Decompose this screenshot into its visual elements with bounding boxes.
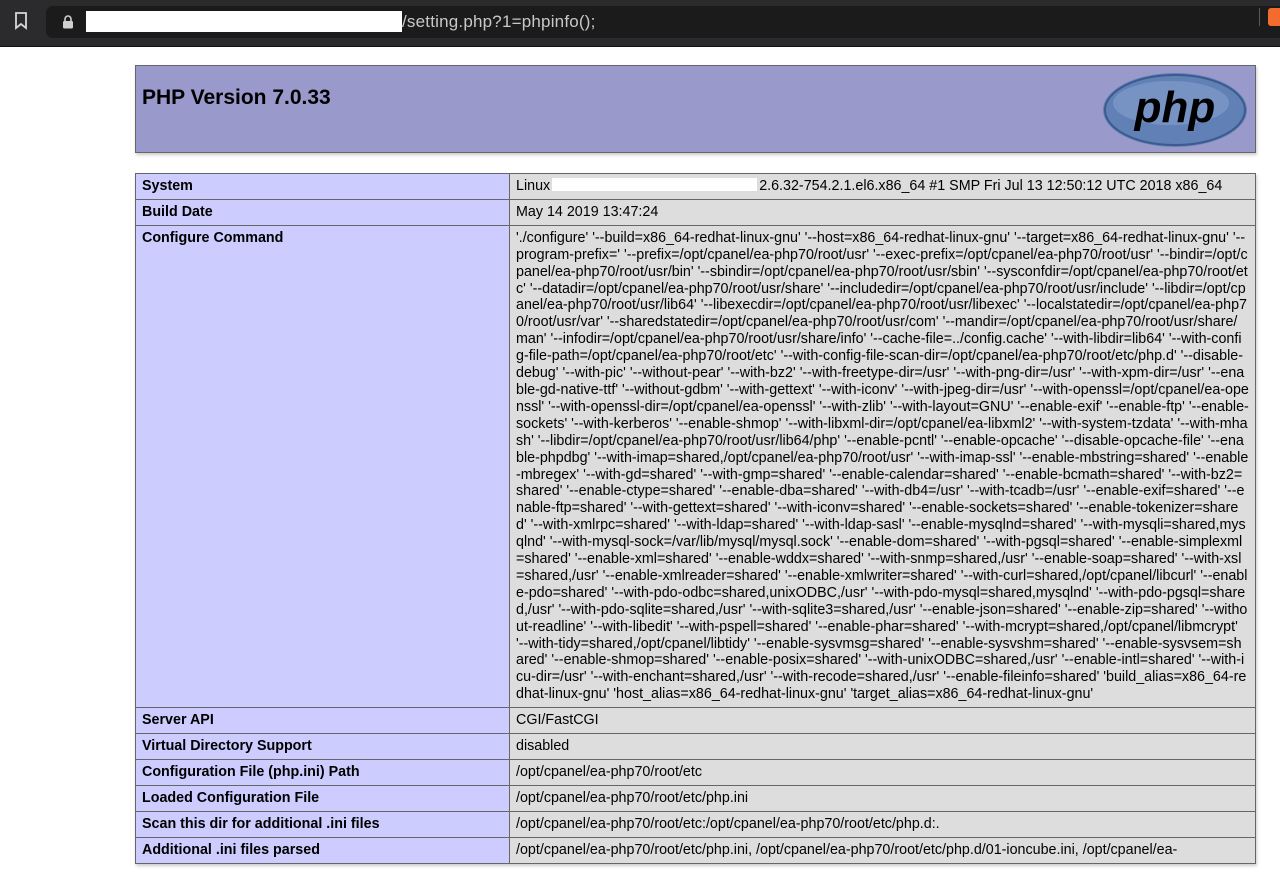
row-value-configure-command: './configure' '--build=x86_64-redhat-lin… (509, 224, 1256, 709)
row-label-system: System (135, 173, 510, 200)
row-value-server-api: CGI/FastCGI (509, 707, 1256, 735)
toolbar-divider (1259, 8, 1260, 26)
row-value-system: Linux 2.6.32-754.2.1.el6.x86_64 #1 SMP Fr… (509, 173, 1256, 200)
table-row: Configuration File (php.ini) Path /opt/c… (135, 759, 1256, 786)
lock-icon (62, 15, 74, 29)
bookmark-icon[interactable] (12, 12, 30, 32)
table-row: Configure Command './configure' '--build… (135, 224, 1256, 709)
table-row: Build Date May 14 2019 13:47:24 (135, 198, 1256, 226)
table-row: Scan this dir for additional .ini files … (135, 810, 1256, 838)
php-logo-text: php (1134, 83, 1216, 132)
row-label-virtual-directory: Virtual Directory Support (135, 733, 510, 760)
row-label-additional-ini: Additional .ini files parsed (135, 836, 510, 864)
php-header: PHP Version 7.0.33 php (135, 65, 1256, 153)
row-value-loaded-config: /opt/cpanel/ea-php70/root/etc/php.ini (509, 784, 1256, 812)
row-label-config-path: Configuration File (php.ini) Path (135, 759, 510, 786)
browser-toolbar: /setting.php?1=phpinfo(); (0, 0, 1280, 47)
table-row: System Linux 2.6.32-754.2.1.el6.x86_64 #1… (135, 173, 1256, 200)
table-row: Server API CGI/FastCGI (135, 707, 1256, 735)
row-label-loaded-config: Loaded Configuration File (135, 784, 510, 812)
address-bar[interactable]: /setting.php?1=phpinfo(); (46, 6, 1280, 38)
row-value-virtual-directory: disabled (509, 733, 1256, 760)
row-value-build-date: May 14 2019 13:47:24 (509, 198, 1256, 226)
row-value-scan-dir: /opt/cpanel/ea-php70/root/etc:/opt/cpane… (509, 810, 1256, 838)
row-label-build-date: Build Date (135, 198, 510, 226)
info-table: System Linux 2.6.32-754.2.1.el6.x86_64 #1… (135, 173, 1256, 864)
php-logo[interactable]: php (1101, 71, 1249, 149)
table-row: Virtual Directory Support disabled (135, 733, 1256, 760)
phpinfo-content: PHP Version 7.0.33 php System Linux 2.6.3… (135, 65, 1256, 864)
table-row: Additional .ini files parsed /opt/cpanel… (135, 836, 1256, 864)
row-value-additional-ini: /opt/cpanel/ea-php70/root/etc/php.ini, /… (509, 836, 1256, 864)
redacted-host (86, 11, 402, 32)
row-value-config-path: /opt/cpanel/ea-php70/root/etc (509, 759, 1256, 786)
url-text[interactable]: /setting.php?1=phpinfo(); (402, 11, 596, 33)
page-title: PHP Version 7.0.33 (142, 86, 331, 109)
row-label-configure-command: Configure Command (135, 224, 510, 709)
table-row: Loaded Configuration File /opt/cpanel/ea… (135, 784, 1256, 812)
row-label-server-api: Server API (135, 707, 510, 735)
redacted-hostname (552, 178, 758, 191)
row-label-scan-dir: Scan this dir for additional .ini files (135, 810, 510, 838)
brave-shield-icon[interactable] (1268, 8, 1280, 26)
